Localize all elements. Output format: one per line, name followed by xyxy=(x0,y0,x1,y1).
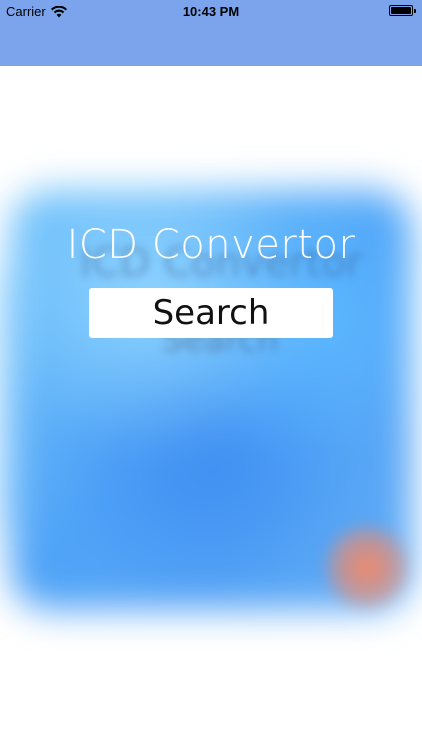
orange-blur-accent xyxy=(322,522,412,612)
hero-area xyxy=(0,130,422,650)
app-title: ICD Convertor xyxy=(66,222,356,268)
battery-icon xyxy=(389,5,416,16)
status-time: 10:43 PM xyxy=(182,4,240,19)
search-button[interactable]: Search xyxy=(89,288,333,338)
status-bar: Carrier 10:43 PM xyxy=(0,0,422,24)
navigation-bar: Carrier 10:43 PM xyxy=(0,0,422,66)
